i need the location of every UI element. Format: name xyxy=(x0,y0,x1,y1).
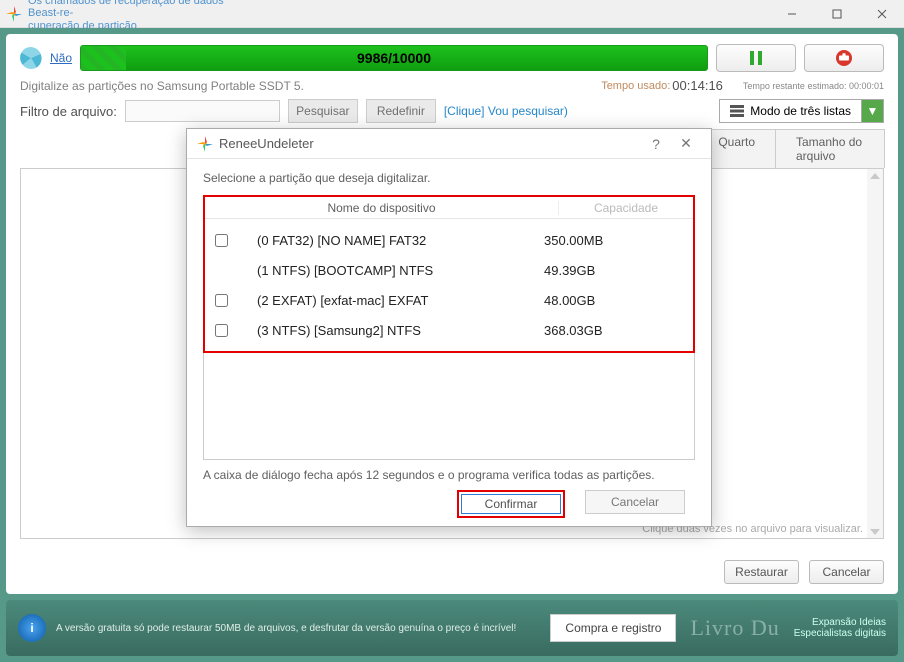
filter-label: Filtro de arquivo: xyxy=(20,104,117,119)
partition-capacity: 48.00GB xyxy=(544,293,689,308)
progress-text: 9986/10000 xyxy=(357,50,431,66)
scroll-down-arrow[interactable] xyxy=(868,527,882,536)
modal-close-button[interactable]: ✕ xyxy=(671,129,701,159)
partition-checkbox[interactable] xyxy=(215,324,228,337)
minimize-button[interactable] xyxy=(769,0,814,28)
list-icon xyxy=(730,105,744,117)
modal-app-icon xyxy=(197,136,213,152)
col-capacity: Capacidade xyxy=(558,201,693,215)
restore-button[interactable]: Restaurar xyxy=(724,560,799,584)
partition-name: (1 NTFS) [BOOTCAMP] NTFS xyxy=(233,263,544,278)
partition-checkbox[interactable] xyxy=(215,294,228,307)
click-search-link[interactable]: [Clique] Vou pesquisar) xyxy=(444,104,568,118)
stop-icon xyxy=(835,49,853,67)
partition-capacity: 368.03GB xyxy=(544,323,689,338)
partition-row[interactable]: (0 FAT32) [NO NAME] FAT32350.00MB xyxy=(209,225,689,255)
view-mode-selector[interactable]: Modo de três listas ▼ xyxy=(719,99,884,123)
brand-logo: Livro Du xyxy=(690,615,779,641)
sponsor-text: Expansão Ideias Especialistas digitais xyxy=(794,617,886,639)
partition-checkbox[interactable] xyxy=(215,234,228,247)
close-button[interactable] xyxy=(859,0,904,28)
partition-name: (2 EXFAT) [exfat-mac] EXFAT xyxy=(233,293,544,308)
time-used-value: 00:14:16 xyxy=(672,78,723,93)
window-titlebar: Os chamados de recuperação de dados Beas… xyxy=(0,0,904,28)
reset-button[interactable]: Redefinir xyxy=(366,99,436,123)
scrollbar[interactable] xyxy=(867,169,883,538)
window-title: Os chamados de recuperação de dados Beas… xyxy=(28,0,258,32)
info-icon: i xyxy=(18,614,46,642)
partition-row[interactable]: (2 EXFAT) [exfat-mac] EXFAT48.00GB xyxy=(209,285,689,315)
buy-register-button[interactable]: Compra e registro xyxy=(550,614,676,642)
col-device-name: Nome do dispositivo xyxy=(205,201,558,215)
modal-title: ReneeUndeleter xyxy=(219,136,314,151)
stop-button[interactable] xyxy=(804,44,884,72)
modal-countdown-hint: A caixa de diálogo fecha após 12 segundo… xyxy=(203,468,695,482)
time-remaining: Tempo restante estimado: 00:00:01 xyxy=(743,81,884,91)
filter-input[interactable] xyxy=(125,100,280,122)
search-button[interactable]: Pesquisar xyxy=(288,99,358,123)
modal-instruction: Selecione a partição que deseja digitali… xyxy=(203,171,695,185)
view-mode-dropdown-arrow[interactable]: ▼ xyxy=(861,100,883,122)
progress-bar: 9986/10000 xyxy=(80,45,708,71)
modal-cancel-button[interactable]: Cancelar xyxy=(585,490,685,514)
modal-confirm-button[interactable]: Confirmar xyxy=(461,494,561,514)
view-mode-label: Modo de três listas xyxy=(750,104,851,118)
spinner-icon xyxy=(20,47,42,69)
pause-button[interactable] xyxy=(716,44,796,72)
bottom-bar-text: A versão gratuita só pode restaurar 50MB… xyxy=(56,623,516,634)
modal-help-button[interactable]: ? xyxy=(641,129,671,159)
cancel-button[interactable]: Cancelar xyxy=(809,560,884,584)
partition-row[interactable]: (1 NTFS) [BOOTCAMP] NTFS49.39GB xyxy=(209,255,689,285)
partition-modal: ReneeUndeleter ? ✕ Selecione a partição … xyxy=(186,128,712,527)
partition-row[interactable]: (3 NTFS) [Samsung2] NTFS368.03GB xyxy=(209,315,689,345)
tab-file-size[interactable]: Tamanho do arquivo xyxy=(775,129,885,168)
scroll-up-arrow[interactable] xyxy=(868,171,882,180)
app-icon xyxy=(6,6,22,22)
scan-info: Digitalize as partições no Samsung Porta… xyxy=(20,79,304,93)
partition-name: (0 FAT32) [NO NAME] FAT32 xyxy=(233,233,544,248)
confirm-highlight: Confirmar xyxy=(457,490,565,518)
time-used-label: Tempo usado: xyxy=(601,80,670,92)
partition-capacity: 350.00MB xyxy=(544,233,689,248)
bottom-bar: i A versão gratuita só pode restaurar 50… xyxy=(6,600,898,656)
partition-table: Nome do dispositivo Capacidade (0 FAT32)… xyxy=(203,195,695,353)
partition-capacity: 49.39GB xyxy=(544,263,689,278)
cancel-link[interactable]: Não xyxy=(50,51,72,65)
maximize-button[interactable] xyxy=(814,0,859,28)
pause-icon xyxy=(747,49,765,67)
partition-name: (3 NTFS) [Samsung2] NTFS xyxy=(233,323,544,338)
partition-table-empty-area xyxy=(203,353,695,460)
